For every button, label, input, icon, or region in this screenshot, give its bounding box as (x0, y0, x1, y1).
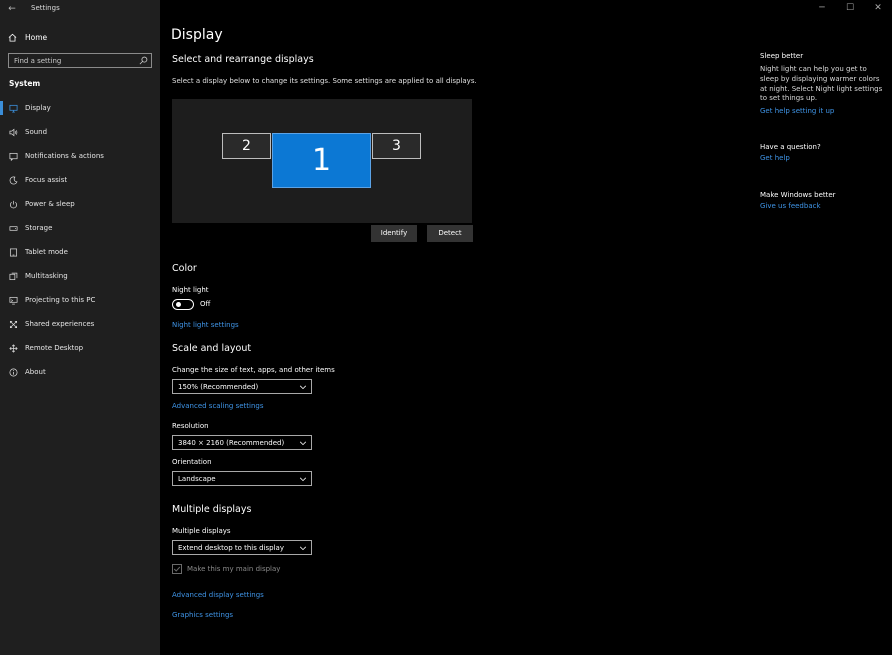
speaker-icon (9, 128, 18, 136)
remote-desktop-icon (9, 343, 18, 353)
sidebar-item-label: Projecting to this PC (25, 296, 96, 304)
arrange-heading: Select and rearrange displays (172, 54, 314, 65)
advanced-display-settings-link[interactable]: Advanced display settings (172, 591, 264, 599)
storage-icon (9, 225, 18, 231)
resolution-label: Resolution (172, 422, 209, 430)
sidebar-item-label: Remote Desktop (25, 344, 84, 352)
scale-heading: Scale and layout (172, 343, 252, 354)
sidebar-item-label: Notifications & actions (25, 152, 104, 160)
main-display-checkbox-label: Make this my main display (187, 565, 281, 573)
sleep-better-heading: Sleep better (760, 52, 804, 60)
sidebar-item-label: Sound (25, 128, 48, 136)
chevron-down-icon (299, 477, 307, 482)
multiple-displays-heading: Multiple displays (172, 504, 252, 515)
scale-dropdown[interactable]: 150% (Recommended) (172, 379, 312, 394)
multiple-displays-label: Multiple displays (172, 527, 231, 535)
night-light-toggle[interactable] (172, 299, 194, 310)
question-heading: Have a question? (760, 143, 821, 151)
tablet-icon (9, 248, 18, 256)
sleep-better-text: Night light can help you get to sleep by… (760, 65, 883, 103)
sleep-help-link[interactable]: Get help setting it up (760, 107, 886, 115)
sidebar-item-label: About (25, 368, 46, 376)
sidebar-item-label: Tablet mode (25, 248, 68, 256)
feedback-link[interactable]: Give us feedback (760, 202, 886, 210)
info-icon (9, 368, 18, 376)
night-light-settings-link[interactable]: Night light settings (172, 321, 239, 329)
sidebar-item-label: Multitasking (25, 272, 68, 280)
nav-home-label: Home (25, 32, 48, 42)
feedback-panel: Make Windows better Give us feedback (760, 191, 886, 210)
sidebar-item-projecting[interactable]: Projecting to this PC (0, 288, 160, 312)
sidebar-item-about[interactable]: About (0, 360, 160, 384)
chevron-down-icon (299, 385, 307, 390)
question-panel: Have a question? Get help (760, 143, 886, 162)
resolution-dropdown-value: 3840 × 2160 (Recommended) (178, 439, 285, 447)
page-title: Display (171, 27, 223, 43)
sidebar-item-notifications[interactable]: Notifications & actions (0, 144, 160, 168)
search-icon[interactable] (139, 56, 148, 65)
arrange-description: Select a display below to change its set… (172, 77, 477, 85)
sidebar-item-multitasking[interactable]: Multitasking (0, 264, 160, 288)
shared-icon (9, 320, 18, 328)
sidebar-item-label: Power & sleep (25, 200, 75, 208)
sidebar-item-label: Shared experiences (25, 320, 95, 328)
window-title: Settings (31, 4, 60, 12)
sidebar-item-storage[interactable]: Storage (0, 216, 160, 240)
home-icon (8, 33, 17, 42)
orientation-label: Orientation (172, 458, 212, 466)
moon-icon (9, 176, 18, 184)
projecting-icon (9, 296, 18, 304)
graphics-settings-link[interactable]: Graphics settings (172, 611, 233, 619)
multiple-displays-dropdown-value: Extend desktop to this display (178, 544, 284, 552)
multitasking-icon (9, 272, 18, 280)
scale-dropdown-value: 150% (Recommended) (178, 383, 259, 391)
resolution-dropdown[interactable]: 3840 × 2160 (Recommended) (172, 435, 312, 450)
back-arrow-icon[interactable]: ← (6, 3, 18, 15)
scale-size-label: Change the size of text, apps, and other… (172, 366, 335, 374)
get-help-link[interactable]: Get help (760, 154, 886, 162)
sidebar-item-power-sleep[interactable]: Power & sleep (0, 192, 160, 216)
monitor-icon (9, 104, 18, 113)
sidebar-item-focus-assist[interactable]: Focus assist (0, 168, 160, 192)
chevron-down-icon (299, 441, 307, 446)
advanced-scaling-link[interactable]: Advanced scaling settings (172, 402, 264, 410)
color-heading: Color (172, 263, 197, 274)
chevron-down-icon (299, 546, 307, 551)
main-display-checkbox[interactable] (172, 564, 182, 574)
night-light-state: Off (200, 300, 211, 308)
sidebar-item-tablet-mode[interactable]: Tablet mode (0, 240, 160, 264)
sidebar: Home System Display Sound Notifications … (0, 0, 160, 655)
monitor-1[interactable]: 1 (272, 133, 371, 188)
monitor-2[interactable]: 2 (222, 133, 271, 159)
sidebar-nav: Display Sound Notifications & actions Fo… (0, 96, 160, 384)
night-light-label: Night light (172, 286, 209, 294)
sidebar-section-label: System (9, 79, 41, 88)
checkmark-icon (173, 566, 181, 572)
notification-icon (9, 152, 18, 161)
nav-home[interactable]: Home (8, 30, 47, 44)
detect-button[interactable]: Detect (427, 225, 473, 242)
feedback-heading: Make Windows better (760, 191, 836, 199)
monitor-3[interactable]: 3 (372, 133, 421, 159)
search-box[interactable] (8, 53, 152, 68)
multiple-displays-dropdown[interactable]: Extend desktop to this display (172, 540, 312, 555)
orientation-dropdown[interactable]: Landscape (172, 471, 312, 486)
sleep-better-panel: Sleep better Night light can help you ge… (760, 52, 886, 115)
sidebar-item-display[interactable]: Display (0, 96, 160, 120)
sidebar-item-label: Focus assist (25, 176, 68, 184)
sidebar-item-shared-experiences[interactable]: Shared experiences (0, 312, 160, 336)
orientation-dropdown-value: Landscape (178, 475, 216, 483)
identify-button[interactable]: Identify (371, 225, 417, 242)
sidebar-item-remote-desktop[interactable]: Remote Desktop (0, 336, 160, 360)
display-arrangement-area[interactable]: 2 1 3 (172, 99, 472, 223)
search-input[interactable] (14, 55, 134, 66)
sidebar-item-sound[interactable]: Sound (0, 120, 160, 144)
sidebar-item-label: Display (25, 104, 51, 112)
sidebar-item-label: Storage (25, 224, 53, 232)
power-icon (9, 200, 18, 208)
